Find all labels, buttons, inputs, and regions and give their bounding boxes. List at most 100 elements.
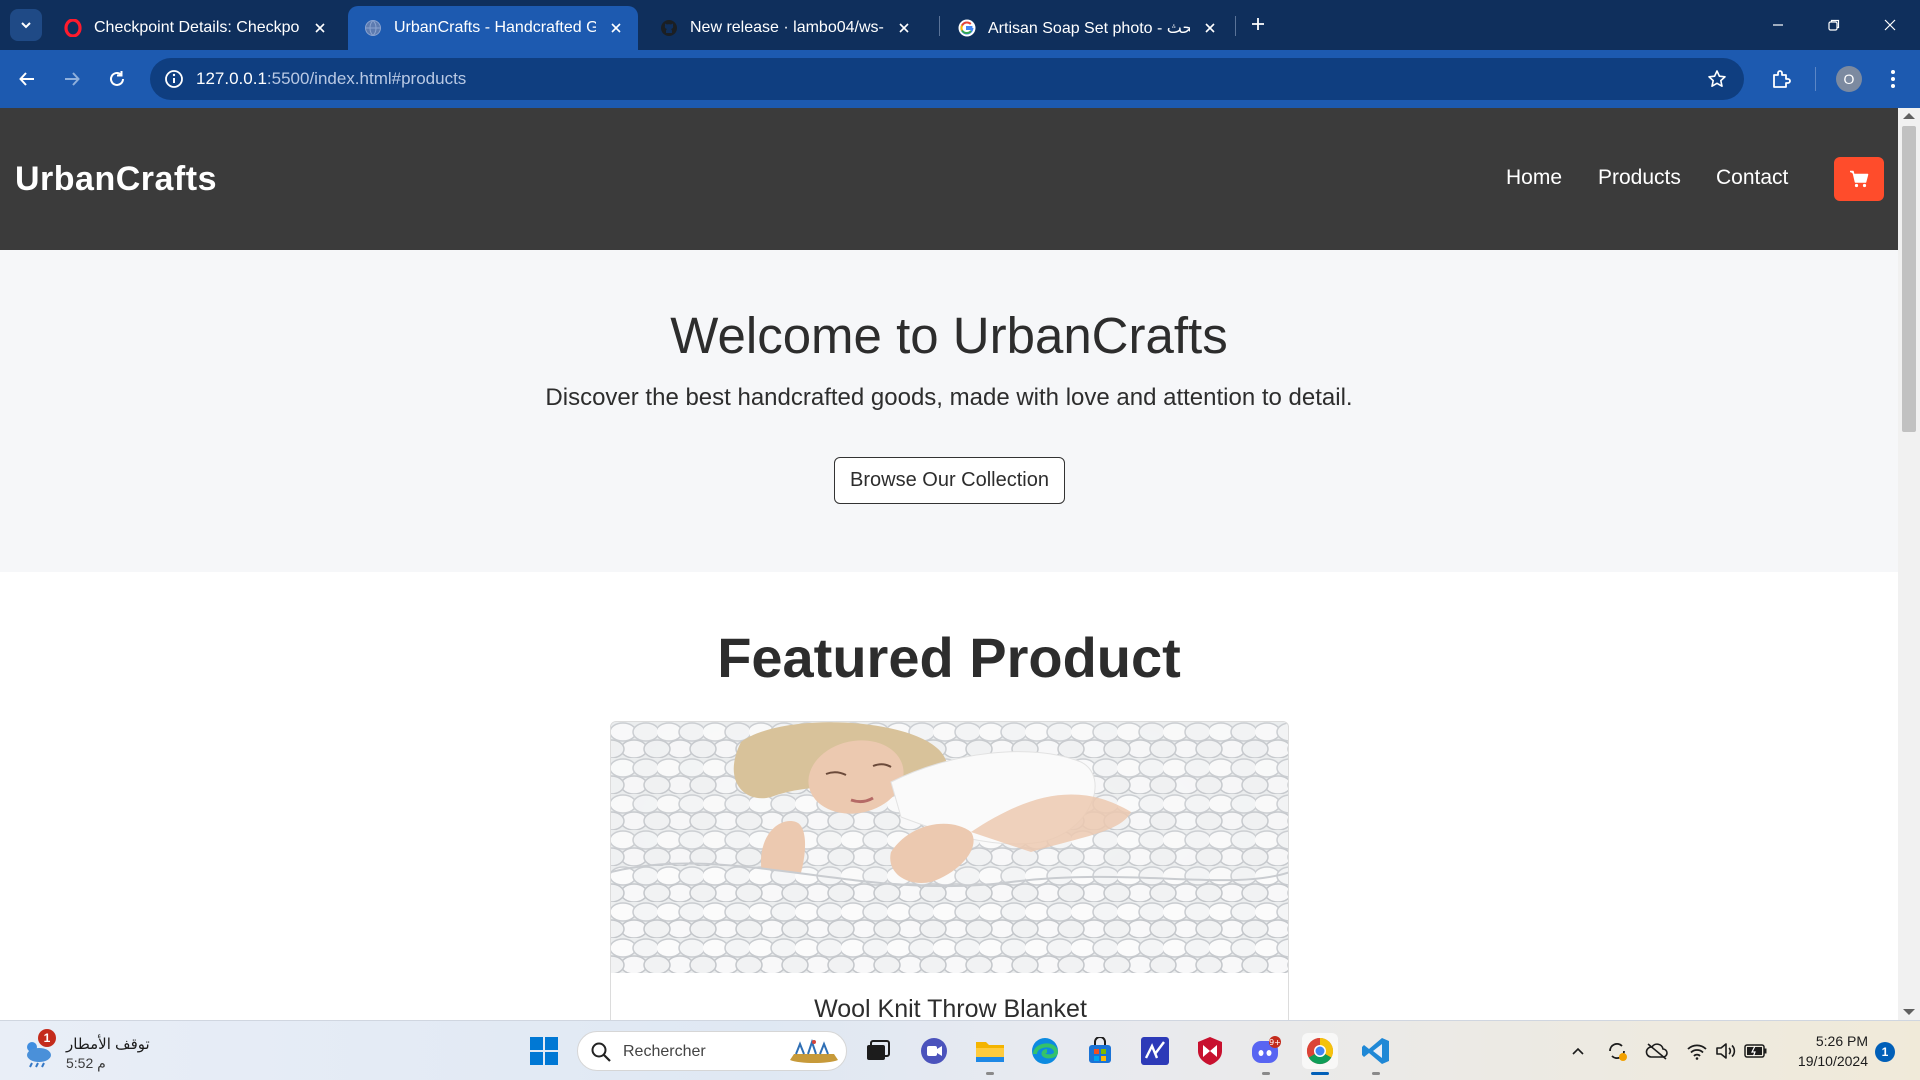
- product-image[interactable]: [611, 722, 1289, 973]
- profile-avatar[interactable]: O: [1836, 66, 1862, 92]
- plus-icon: [1252, 18, 1264, 30]
- sync-tray[interactable]: [1605, 1039, 1629, 1063]
- taskbar-mcafee[interactable]: [1192, 1033, 1228, 1069]
- arrow-left-icon: [19, 72, 34, 86]
- search-highlight-art: [790, 1038, 838, 1063]
- restore-icon: [1828, 19, 1840, 31]
- page-scrollbar[interactable]: [1898, 108, 1920, 1020]
- site-info-icon[interactable]: [160, 65, 188, 93]
- chevron-down-icon: [21, 22, 31, 29]
- running-indicator: [1372, 1072, 1380, 1075]
- speaker-icon: [1716, 1043, 1736, 1059]
- site-logo[interactable]: UrbanCrafts: [15, 160, 217, 199]
- battery-tray[interactable]: [1744, 1039, 1768, 1063]
- wifi-icon: [1687, 1044, 1707, 1060]
- browser-menu-button[interactable]: [1876, 62, 1910, 96]
- running-indicator-active: [1311, 1072, 1329, 1075]
- scroll-down-arrow[interactable]: [1903, 1009, 1915, 1015]
- toolbar-divider: [1815, 67, 1816, 91]
- opera-icon: [64, 19, 82, 37]
- notification-badge[interactable]: 1: [1875, 1042, 1895, 1062]
- file-explorer-icon: [976, 1042, 1004, 1062]
- taskbar-store[interactable]: [1082, 1033, 1118, 1069]
- close-icon[interactable]: [606, 18, 626, 38]
- google-icon: [958, 19, 976, 37]
- onedrive-tray[interactable]: [1645, 1039, 1669, 1063]
- back-button[interactable]: [10, 62, 44, 96]
- taskbar-file-explorer[interactable]: [972, 1033, 1008, 1075]
- browser-tab-bar: Checkpoint Details: Checkpoint UrbanCraf…: [0, 0, 1920, 50]
- url-host: 127.0.0.1: [196, 69, 267, 88]
- close-icon[interactable]: [894, 18, 914, 38]
- discord-icon: 9+: [1252, 1036, 1281, 1063]
- start-button[interactable]: [526, 1033, 562, 1069]
- clock-time: 5:26 PM: [1815, 1033, 1868, 1049]
- tab-github-release[interactable]: New release · lambo04/ws-boot: [644, 6, 926, 50]
- windows-start-icon: [530, 1037, 558, 1065]
- url-path: :5500/index.html#products: [266, 69, 467, 88]
- nav-contact[interactable]: Contact: [1716, 166, 1788, 190]
- close-icon: [1884, 19, 1896, 31]
- url-text[interactable]: 127.0.0.1:5500/index.html#products: [196, 69, 466, 89]
- reload-button[interactable]: [100, 62, 134, 96]
- wifi-tray[interactable]: [1685, 1039, 1709, 1063]
- taskbar-ai-app[interactable]: [1137, 1033, 1173, 1069]
- reload-icon: [110, 71, 124, 86]
- puzzle-icon: [1773, 70, 1791, 88]
- hero-section: Welcome to UrbanCrafts Discover the best…: [0, 250, 1898, 572]
- close-icon[interactable]: [1200, 18, 1220, 38]
- search-icon: [591, 1042, 611, 1062]
- cart-icon: [1850, 170, 1869, 188]
- restore-button[interactable]: [1806, 0, 1862, 50]
- taskbar-search-box[interactable]: Rechercher: [577, 1031, 847, 1071]
- taskbar-edge[interactable]: [1027, 1033, 1063, 1069]
- github-icon: [660, 19, 678, 37]
- extensions-button[interactable]: [1764, 62, 1798, 96]
- taskbar-meet[interactable]: [916, 1033, 952, 1069]
- tab-checkpoint[interactable]: Checkpoint Details: Checkpoint: [48, 6, 342, 50]
- windows-taskbar: 1 توقف الأمطار 5:52 م Rechercher 9+ 5:26…: [0, 1020, 1920, 1080]
- tab-search-button[interactable]: [10, 9, 42, 41]
- sync-icon: [1609, 1043, 1627, 1061]
- tab-title: UrbanCrafts - Handcrafted Goods: [394, 19, 596, 36]
- bookmark-star-icon[interactable]: [1704, 66, 1730, 92]
- browser-toolbar: 127.0.0.1:5500/index.html#products O: [0, 50, 1920, 108]
- running-indicator: [986, 1072, 994, 1075]
- cart-button[interactable]: [1834, 157, 1884, 201]
- volume-tray[interactable]: [1714, 1039, 1738, 1063]
- scroll-up-arrow[interactable]: [1903, 113, 1915, 119]
- edge-icon: [1032, 1038, 1059, 1064]
- show-hidden-icons[interactable]: [1566, 1039, 1590, 1063]
- tab-separator: [939, 16, 940, 36]
- hero-title: Welcome to UrbanCrafts: [670, 307, 1228, 364]
- chrome-icon: [1306, 1037, 1334, 1065]
- featured-title: Featured Product: [717, 626, 1181, 689]
- weather-widget[interactable]: 1 توقف الأمطار 5:52 م: [22, 1029, 182, 1073]
- browse-collection-button[interactable]: Browse Our Collection: [834, 457, 1065, 504]
- taskbar-discord[interactable]: 9+: [1248, 1033, 1284, 1075]
- close-icon[interactable]: [310, 18, 330, 38]
- tab-title: Checkpoint Details: Checkpoint: [94, 19, 300, 36]
- nav-home[interactable]: Home: [1506, 166, 1562, 190]
- site-header: UrbanCrafts Home Products Contact: [0, 108, 1898, 250]
- arrow-right-icon: [65, 72, 80, 86]
- forward-button[interactable]: [55, 62, 89, 96]
- tab-google-search[interactable]: Artisan Soap Set photo - بحث Google: [942, 6, 1232, 50]
- more-vertical-icon: [1891, 70, 1895, 88]
- product-name[interactable]: Wool Knit Throw Blanket: [611, 995, 1288, 1020]
- product-card[interactable]: Wool Knit Throw Blanket: [610, 721, 1289, 1020]
- new-tab-button[interactable]: [1244, 10, 1272, 38]
- tab-title: New release · lambo04/ws-boot: [690, 19, 884, 36]
- scrollbar-thumb[interactable]: [1902, 126, 1916, 432]
- tab-urbancrafts[interactable]: UrbanCrafts - Handcrafted Goods: [348, 6, 638, 50]
- nav-products[interactable]: Products: [1598, 166, 1681, 190]
- address-bar[interactable]: 127.0.0.1:5500/index.html#products: [150, 58, 1744, 100]
- page-viewport: UrbanCrafts Home Products Contact Welcom…: [0, 108, 1920, 1020]
- cloud-offline-icon: [1645, 1043, 1668, 1060]
- taskbar-chrome[interactable]: [1302, 1033, 1338, 1075]
- close-window-button[interactable]: [1862, 0, 1918, 50]
- taskbar-vscode[interactable]: [1358, 1033, 1394, 1075]
- task-view-button[interactable]: [860, 1033, 896, 1069]
- taskbar-clock[interactable]: 5:26 PM 19/10/2024: [1778, 1031, 1868, 1071]
- minimize-button[interactable]: [1750, 0, 1806, 50]
